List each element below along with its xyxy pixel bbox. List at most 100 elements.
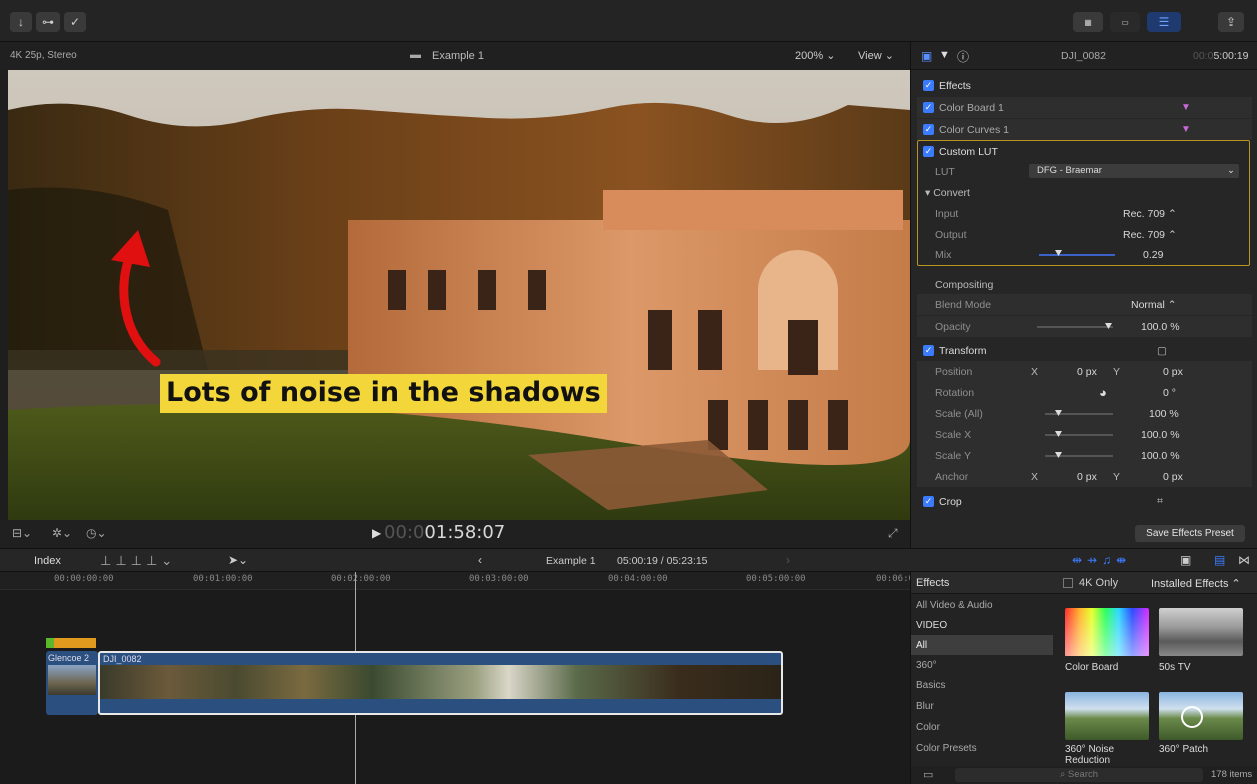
opacity-slider[interactable] bbox=[1037, 326, 1113, 328]
keywords-icon[interactable]: ⊶ bbox=[36, 12, 60, 32]
input-row: Input Rec. 709 ⌃ bbox=[935, 207, 1177, 220]
blend-mode-select[interactable]: Normal ⌃ bbox=[1131, 299, 1177, 311]
color-inspector-icon[interactable]: ▼ bbox=[939, 49, 950, 61]
crop-header[interactable]: ✓ Crop ⌗ bbox=[917, 491, 1252, 512]
timeline-ruler[interactable]: 00:00:00:00 00:01:00:00 00:02:00:00 00:0… bbox=[0, 572, 914, 590]
audio-skimming-icons[interactable]: ⇹⇸♫⇼ bbox=[1072, 553, 1131, 567]
info-inspector-icon[interactable]: ⓘ bbox=[957, 48, 969, 65]
zoom-menu[interactable]: 200% ⌄ bbox=[795, 49, 835, 62]
rotation-dial-icon[interactable]: ◕ bbox=[1099, 385, 1107, 400]
effects-checkbox[interactable]: ✓ bbox=[923, 80, 934, 91]
category-all[interactable]: All bbox=[911, 635, 1053, 655]
lut-select[interactable]: DFG - Braemar ⌄ bbox=[1029, 164, 1239, 178]
effect-thumb-360-patch[interactable] bbox=[1159, 692, 1243, 740]
category-basics[interactable]: Basics bbox=[911, 675, 1053, 695]
forward-arrow-icon[interactable]: › bbox=[786, 553, 790, 567]
fullscreen-icon[interactable]: ⤢ bbox=[888, 526, 898, 541]
browser-toggle-icon[interactable]: ▦ bbox=[1073, 12, 1103, 32]
category-video[interactable]: VIDEO bbox=[911, 615, 1053, 635]
checkbox[interactable]: ✓ bbox=[923, 146, 934, 157]
effects-footer: ▭ ⌕ Search 178 items bbox=[911, 766, 1257, 784]
compositing-header[interactable]: Compositing bbox=[917, 274, 1252, 295]
retime-icon[interactable]: ◷⌄ bbox=[86, 526, 107, 540]
scale-x-slider[interactable] bbox=[1045, 434, 1113, 436]
transform-onscreen-icon[interactable]: ▢ bbox=[1157, 345, 1167, 357]
transform-checkbox[interactable]: ✓ bbox=[923, 345, 934, 356]
crop-onscreen-icon[interactable]: ⌗ bbox=[1157, 495, 1163, 508]
item-count: 178 items bbox=[1211, 769, 1253, 780]
output-row: Output Rec. 709 ⌃ bbox=[935, 228, 1177, 241]
effects-browser-icon[interactable]: ▤ bbox=[1214, 553, 1225, 567]
category-all-video-audio[interactable]: All Video & Audio bbox=[911, 595, 1053, 615]
edit-buttons[interactable]: ⊥⊥⊥⊥⌄ bbox=[100, 553, 176, 569]
save-effects-preset-button[interactable]: Save Effects Preset bbox=[1135, 525, 1245, 542]
input-select[interactable]: Rec. 709 ⌃ bbox=[1123, 208, 1177, 220]
viewer-controls: ⊟⌄ ✲⌄ ◷⌄ ▶ 00:001:58:07 ⤢ bbox=[0, 520, 910, 548]
scale-all-row: Scale (All) 100 % bbox=[917, 403, 1252, 424]
clip-thumbnail bbox=[48, 665, 96, 695]
clip-duration: 00:05:00:19 bbox=[1193, 50, 1249, 62]
transitions-icon[interactable]: ⋈ bbox=[1238, 553, 1250, 567]
category-360[interactable]: 360° bbox=[911, 655, 1053, 675]
search-field[interactable]: ⌕ Search bbox=[955, 768, 1203, 782]
timeline-toggle-icon[interactable]: ▭ bbox=[1110, 12, 1140, 32]
category-color[interactable]: Color bbox=[911, 717, 1053, 737]
final-cut-pro-window: ↓ ⊶ ✓ ▦ ▭ ☰ ⇪ 4K 25p, Stereo ▬ Example 1… bbox=[0, 0, 1257, 784]
category-blur[interactable]: Blur bbox=[911, 696, 1053, 716]
effect-name: Color Board bbox=[1065, 662, 1119, 673]
timecode-display[interactable]: 00:001:58:07 bbox=[384, 522, 505, 543]
color-mask-icon[interactable]: ▼ bbox=[1181, 124, 1191, 135]
layout-icon[interactable]: ⊟⌄ bbox=[12, 526, 32, 540]
import-icon[interactable]: ↓ bbox=[10, 12, 32, 32]
play-button[interactable]: ▶ bbox=[372, 526, 381, 540]
sidebar-toggle-icon[interactable]: ▭ bbox=[923, 768, 933, 781]
clip-appearance-icon[interactable]: ▣ bbox=[1180, 553, 1191, 567]
4k-only-checkbox[interactable]: 4K Only bbox=[1063, 577, 1118, 589]
inspector-toggle-icon[interactable]: ☰ bbox=[1147, 12, 1181, 32]
share-icon[interactable]: ⇪ bbox=[1218, 12, 1244, 32]
inspector-header: ▣ ▼ ⓘ DJI_0082 00:05:00:19 bbox=[911, 42, 1257, 70]
timeline[interactable]: 00:00:00:00 00:01:00:00 00:02:00:00 00:0… bbox=[0, 572, 914, 784]
clip-name: DJI_0082 bbox=[1061, 50, 1106, 62]
index-button[interactable]: Index bbox=[34, 555, 61, 567]
enhance-icon[interactable]: ✲⌄ bbox=[52, 526, 72, 540]
effect-color-board[interactable]: ✓ Color Board 1 ▼ bbox=[917, 97, 1252, 118]
clip-glencoe[interactable]: Glencoe 2 bbox=[46, 651, 98, 715]
timeline-project-name: Example 1 bbox=[546, 555, 596, 567]
opacity-row: Opacity 100.0 % bbox=[917, 316, 1252, 337]
mix-slider[interactable] bbox=[1039, 254, 1115, 256]
clip-dji-0082[interactable]: DJI_0082 bbox=[98, 651, 783, 715]
color-mask-icon[interactable]: ▼ bbox=[1181, 102, 1191, 113]
scale-y-slider[interactable] bbox=[1045, 455, 1113, 457]
view-menu[interactable]: View ⌄ bbox=[858, 49, 894, 62]
inspector-panel: ▣ ▼ ⓘ DJI_0082 00:05:00:19 ✓ Effects ✓ Col… bbox=[910, 42, 1257, 548]
crop-checkbox[interactable]: ✓ bbox=[923, 496, 934, 507]
effect-color-curves[interactable]: ✓ Color Curves 1 ▼ bbox=[917, 119, 1252, 140]
effect-thumb-color-board[interactable] bbox=[1065, 608, 1149, 656]
audio-marker[interactable] bbox=[46, 638, 96, 648]
effects-title: Effects bbox=[916, 577, 950, 589]
effect-name: 360° Noise Reduction bbox=[1065, 744, 1115, 766]
convert-row[interactable]: ▾ Convert bbox=[917, 182, 1252, 203]
scale-x-row: Scale X 100.0 % bbox=[917, 424, 1252, 445]
back-arrow-icon[interactable]: ‹ bbox=[478, 553, 482, 567]
mix-row: Mix 0.29 bbox=[935, 248, 1164, 261]
effect-custom-lut[interactable]: ✓ Custom LUT bbox=[917, 141, 1252, 162]
transform-header[interactable]: ✓ Transform ▢ bbox=[917, 340, 1252, 361]
effect-thumb-360-noise-reduction[interactable] bbox=[1065, 692, 1149, 740]
effects-browser: Effects 4K Only Installed Effects ⌃ All … bbox=[910, 572, 1257, 784]
format-label: 4K 25p, Stereo bbox=[10, 50, 77, 61]
select-tool-icon[interactable]: ➤⌄ bbox=[228, 553, 248, 567]
checkbox[interactable]: ✓ bbox=[923, 124, 934, 135]
effects-browser-header: Effects 4K Only Installed Effects ⌃ bbox=[911, 572, 1257, 594]
scale-all-slider[interactable] bbox=[1045, 413, 1113, 415]
effects-section-header[interactable]: ✓ Effects bbox=[917, 75, 1252, 96]
video-viewer[interactable]: Lots of noise in the shadows bbox=[8, 70, 910, 520]
output-select[interactable]: Rec. 709 ⌃ bbox=[1123, 229, 1177, 241]
checkbox[interactable]: ✓ bbox=[923, 102, 934, 113]
video-inspector-icon[interactable]: ▣ bbox=[921, 49, 932, 63]
analyze-icon[interactable]: ✓ bbox=[64, 12, 86, 32]
effect-thumb-50s-tv[interactable] bbox=[1159, 608, 1243, 656]
category-color-presets[interactable]: Color Presets bbox=[911, 738, 1053, 758]
installed-effects-menu[interactable]: Installed Effects ⌃ bbox=[1151, 577, 1241, 590]
